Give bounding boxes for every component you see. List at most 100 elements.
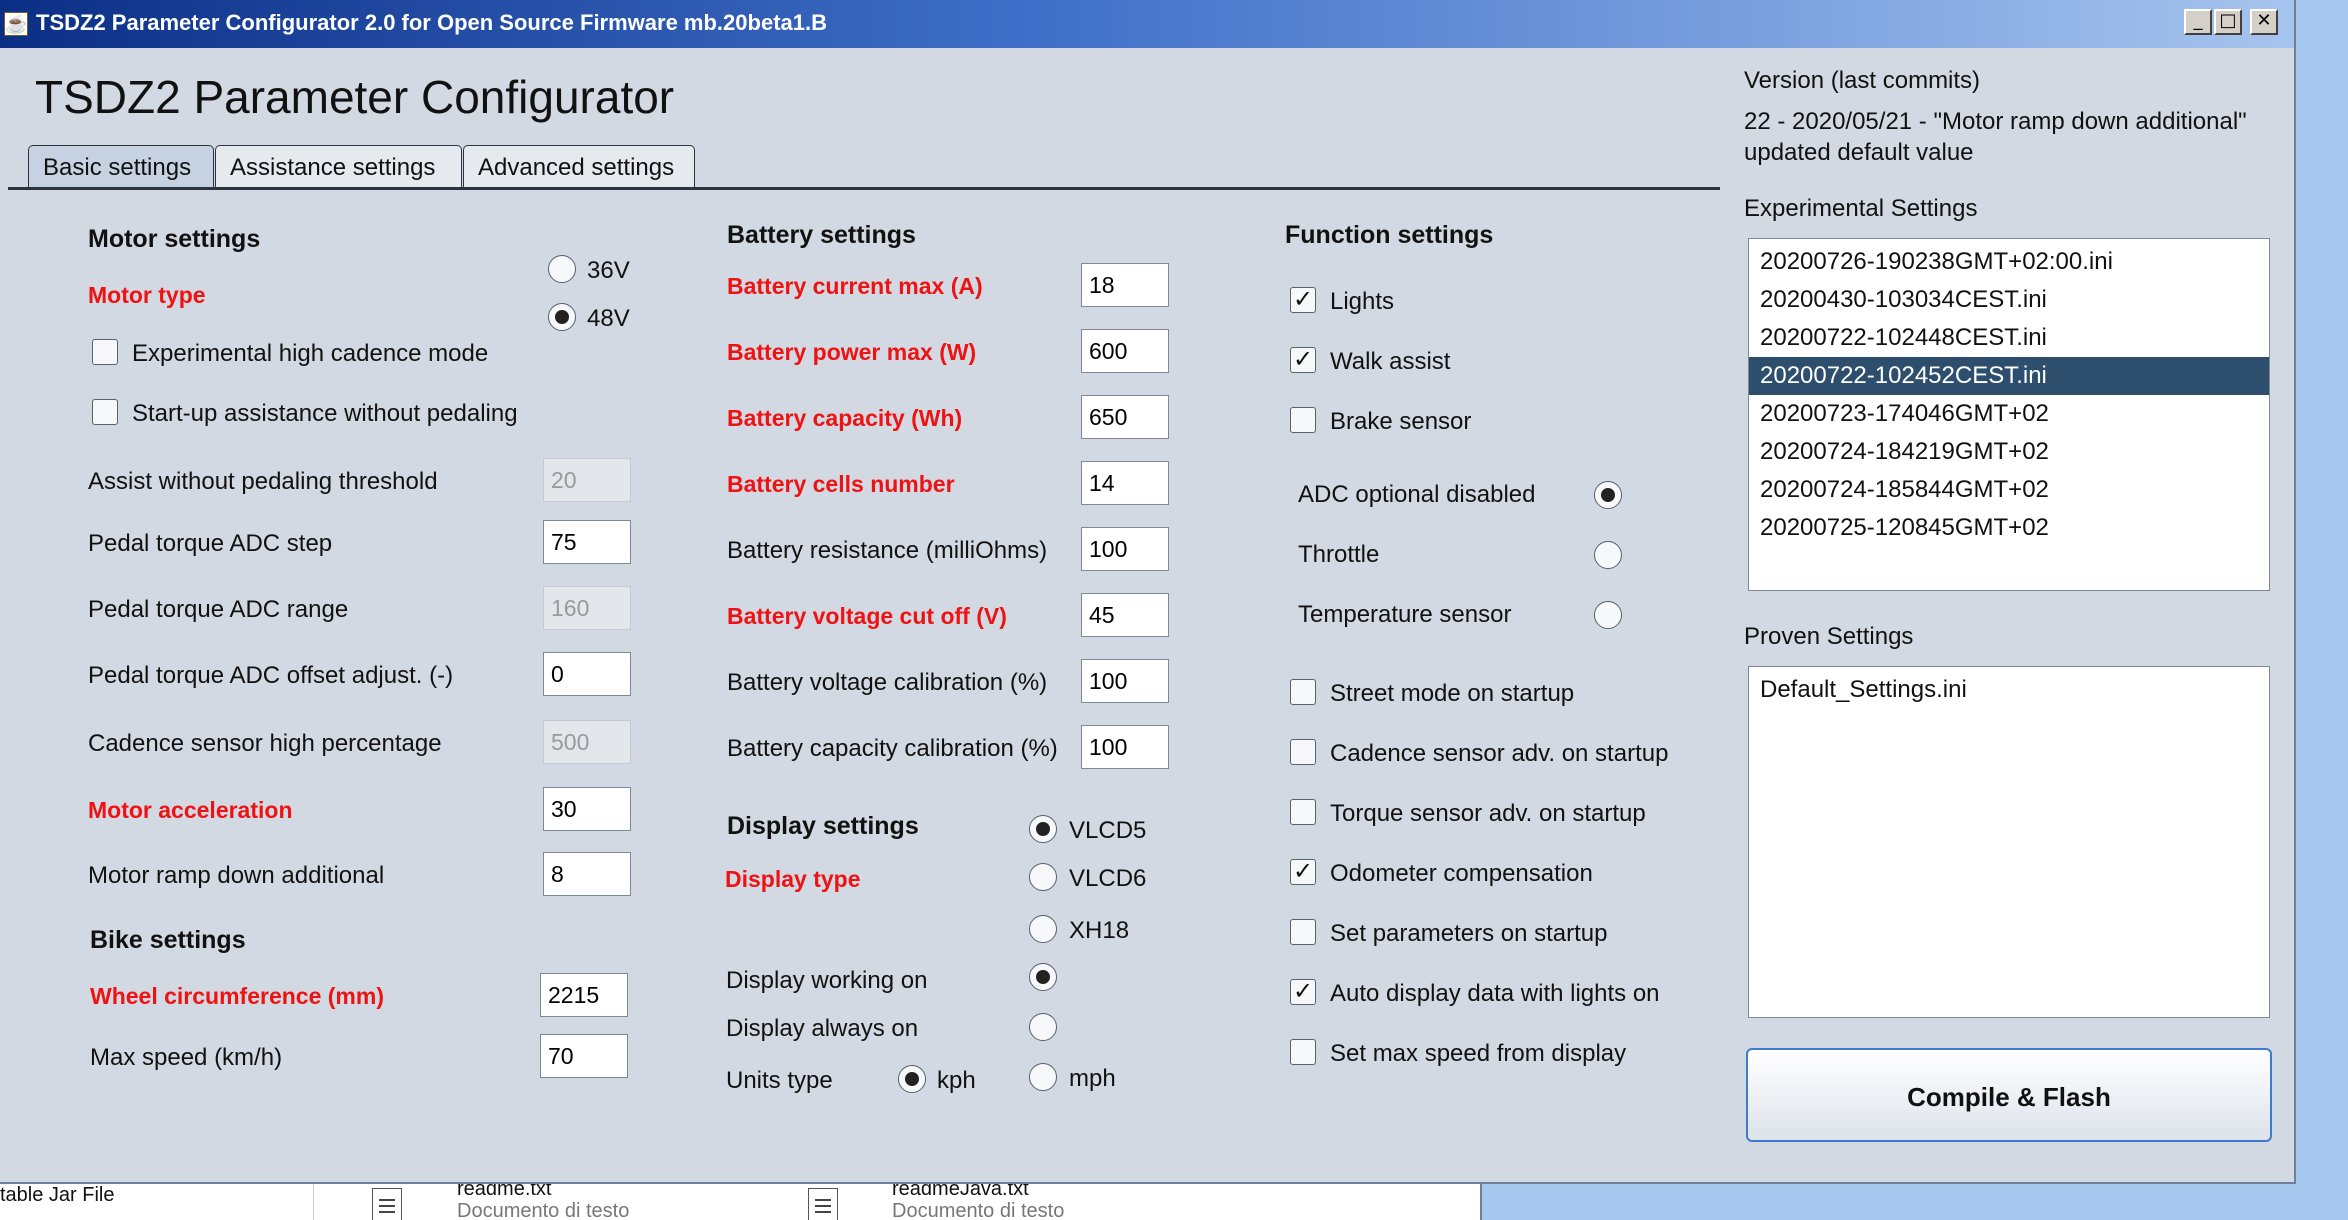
proven-settings-title: Proven Settings: [1744, 623, 1914, 650]
minimize-button[interactable]: _: [2184, 9, 2212, 35]
motor-ramp-field[interactable]: 8: [543, 852, 631, 896]
bg-item-left: table Jar File: [0, 1184, 115, 1206]
battery-power-field[interactable]: 600: [1081, 329, 1169, 373]
temperature-sensor-radio[interactable]: [1594, 601, 1622, 629]
motor-36v-radio[interactable]: [548, 255, 576, 283]
background-file-explorer: table Jar File readme.txt Documento di t…: [0, 1184, 1482, 1220]
display-xh18-radio[interactable]: [1029, 915, 1057, 943]
bg-file2-type: Documento di testo: [892, 1200, 1065, 1220]
app-heading: TSDZ2 Parameter Configurator: [35, 71, 675, 123]
max-speed-display-checkbox[interactable]: [1290, 1039, 1316, 1065]
startup-assist-label: Start-up assistance without pedaling: [132, 400, 518, 427]
experimental-settings-list[interactable]: 20200726-190238GMT+02:00.ini 20200430-10…: [1748, 238, 2270, 591]
window-title: TSDZ2 Parameter Configurator 2.0 for Ope…: [36, 10, 827, 35]
battery-cutoff-field[interactable]: 45: [1081, 593, 1169, 637]
units-mph-radio[interactable]: [1029, 1063, 1057, 1091]
bg-file1-name[interactable]: readme.txt: [457, 1184, 551, 1201]
battery-current-field[interactable]: 18: [1081, 263, 1169, 307]
battery-cells-field[interactable]: 14: [1081, 461, 1169, 505]
bg-file1-type: Documento di testo: [457, 1200, 630, 1220]
tab-basic-settings[interactable]: Basic settings: [28, 145, 214, 187]
list-item[interactable]: 20200722-102448CEST.ini: [1749, 319, 2269, 357]
motor-accel-field[interactable]: 30: [543, 787, 631, 831]
set-params-checkbox[interactable]: [1290, 919, 1316, 945]
cadence-adv-checkbox[interactable]: [1290, 739, 1316, 765]
display-xh18-label: XH18: [1069, 917, 1130, 944]
list-item[interactable]: 20200724-184219GMT+02: [1749, 433, 2269, 471]
odometer-checkbox[interactable]: ✓: [1290, 859, 1316, 885]
bike-settings-header: Bike settings: [90, 926, 246, 954]
display-always-on-radio[interactable]: [1029, 1013, 1057, 1041]
bg-file2-name[interactable]: readmeJava.txt: [892, 1184, 1029, 1201]
throttle-radio[interactable]: [1594, 541, 1622, 569]
proven-settings-list[interactable]: Default_Settings.ini: [1748, 666, 2270, 1018]
title-bar[interactable]: ☕ TSDZ2 Parameter Configurator 2.0 for O…: [0, 0, 2294, 48]
battery-resistance-field[interactable]: 100: [1081, 527, 1169, 571]
adc-disabled-radio[interactable]: [1594, 481, 1622, 509]
walk-assist-checkbox[interactable]: ✓: [1290, 347, 1316, 373]
lights-checkbox[interactable]: ✓: [1290, 287, 1316, 313]
tab-advanced-settings[interactable]: Advanced settings: [463, 145, 695, 187]
high-cadence-checkbox[interactable]: [92, 339, 118, 365]
set-params-label: Set parameters on startup: [1330, 920, 1608, 947]
cadence-high-field: 500: [543, 720, 631, 764]
list-item[interactable]: 20200724-185844GMT+02: [1749, 471, 2269, 509]
battery-capacity-field[interactable]: 650: [1081, 395, 1169, 439]
motor-settings-header: Motor settings: [88, 225, 261, 253]
motor-48v-radio[interactable]: [548, 303, 576, 331]
capacity-calibration-field[interactable]: 100: [1081, 725, 1169, 769]
adc-offset-field[interactable]: 0: [543, 652, 631, 696]
adc-disabled-label: ADC optional disabled: [1298, 481, 1536, 508]
motor-36v-label: 36V: [587, 257, 630, 284]
motor-type-label: Motor type: [88, 282, 206, 308]
display-working-on-label: Display working on: [726, 967, 928, 994]
list-item[interactable]: 20200723-174046GMT+02: [1749, 395, 2269, 433]
display-vlcd5-radio[interactable]: [1029, 815, 1057, 843]
max-speed-label: Max speed (km/h): [90, 1044, 283, 1071]
list-item[interactable]: 20200725-120845GMT+02: [1749, 509, 2269, 547]
display-always-on-label: Display always on: [726, 1015, 919, 1042]
torque-adv-checkbox[interactable]: [1290, 799, 1316, 825]
list-item[interactable]: Default_Settings.ini: [1749, 671, 2269, 709]
version-line-1: 22 - 2020/05/21 - "Motor ramp down addit…: [1744, 108, 2247, 135]
adc-step-field[interactable]: 75: [543, 520, 631, 564]
street-mode-checkbox[interactable]: [1290, 679, 1316, 705]
cadence-adv-label: Cadence sensor adv. on startup: [1330, 740, 1669, 767]
display-vlcd5-label: VLCD5: [1069, 817, 1147, 844]
brake-sensor-checkbox[interactable]: [1290, 407, 1316, 433]
motor-accel-label: Motor acceleration: [88, 797, 293, 823]
walk-assist-label: Walk assist: [1330, 348, 1451, 375]
list-item[interactable]: 20200430-103034CEST.ini: [1749, 281, 2269, 319]
adc-range-field: 160: [543, 586, 631, 630]
tab-separator: [8, 187, 1720, 190]
motor-ramp-label: Motor ramp down additional: [88, 862, 385, 889]
main-window: ☕ TSDZ2 Parameter Configurator 2.0 for O…: [0, 0, 2296, 1184]
list-item[interactable]: 20200726-190238GMT+02:00.ini: [1749, 243, 2269, 281]
units-kph-radio[interactable]: [898, 1065, 926, 1093]
display-type-label: Display type: [725, 866, 861, 892]
brake-sensor-label: Brake sensor: [1330, 408, 1472, 435]
lights-label: Lights: [1330, 288, 1395, 315]
voltage-calibration-field[interactable]: 100: [1081, 659, 1169, 703]
wheel-circumference-field[interactable]: 2215: [540, 973, 628, 1017]
display-settings-header: Display settings: [727, 812, 919, 840]
maximize-button[interactable]: □: [2214, 9, 2242, 35]
display-working-on-radio[interactable]: [1029, 963, 1057, 991]
tab-assistance-settings[interactable]: Assistance settings: [215, 145, 462, 187]
odometer-label: Odometer compensation: [1330, 860, 1593, 887]
close-button[interactable]: ✕: [2250, 9, 2278, 35]
display-vlcd6-radio[interactable]: [1029, 863, 1057, 891]
max-speed-field[interactable]: 70: [540, 1034, 628, 1078]
version-line-2: updated default value: [1744, 139, 1974, 166]
compile-flash-button[interactable]: Compile & Flash: [1746, 1048, 2272, 1142]
function-settings-header: Function settings: [1285, 221, 1494, 249]
adc-offset-label: Pedal torque ADC offset adjust. (-): [88, 662, 454, 689]
startup-assist-checkbox[interactable]: [92, 399, 118, 425]
street-mode-label: Street mode on startup: [1330, 680, 1575, 707]
list-item-selected[interactable]: 20200722-102452CEST.ini: [1749, 357, 2269, 395]
auto-display-checkbox[interactable]: ✓: [1290, 979, 1316, 1005]
battery-settings-header: Battery settings: [727, 221, 916, 249]
auto-display-label: Auto display data with lights on: [1330, 980, 1660, 1007]
max-speed-display-label: Set max speed from display: [1330, 1040, 1627, 1067]
java-app-icon: ☕: [4, 12, 28, 36]
